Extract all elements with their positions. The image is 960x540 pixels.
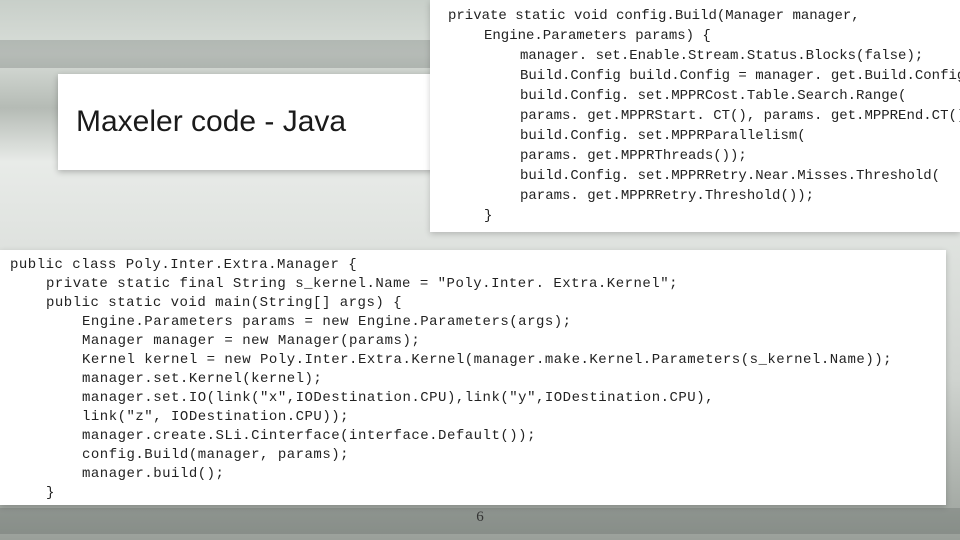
code-line: params. get.MPPRStart. CT(), params. get… (448, 106, 950, 126)
code-line: manager.set.IO(link("x",IODestination.CP… (10, 389, 936, 408)
slide-number: 6 (0, 509, 960, 526)
code-line: build.Config. set.MPPRCost.Table.Search.… (448, 86, 950, 106)
code-line: } (10, 484, 936, 503)
code-line: private static void config.Build(Manager… (448, 6, 950, 26)
code-line: Engine.Parameters params) { (448, 26, 950, 46)
code-line: public class Poly.Inter.Extra.Manager { (10, 256, 936, 275)
code-line: private static final String s_kernel.Nam… (10, 275, 936, 294)
code-line: } (448, 206, 950, 226)
code-line: Kernel kernel = new Poly.Inter.Extra.Ker… (10, 351, 936, 370)
code-line: build.Config. set.MPPRRetry.Near.Misses.… (448, 166, 950, 186)
code-block-top: private static void config.Build(Manager… (430, 0, 960, 232)
code-line: Manager manager = new Manager(params); (10, 332, 936, 351)
code-line: config.Build(manager, params); (10, 446, 936, 465)
code-line: link("z", IODestination.CPU)); (10, 408, 936, 427)
code-line: params. get.MPPRThreads()); (448, 146, 950, 166)
code-line: Build.Config build.Config = manager. get… (448, 66, 950, 86)
code-line: params. get.MPPRRetry.Threshold()); (448, 186, 950, 206)
code-line: Engine.Parameters params = new Engine.Pa… (10, 313, 936, 332)
code-line: manager.set.Kernel(kernel); (10, 370, 936, 389)
title-card: Maxeler code - Java (58, 74, 436, 170)
code-block-bottom: public class Poly.Inter.Extra.Manager {p… (0, 250, 946, 505)
code-line: manager.create.SLi.Cinterface(interface.… (10, 427, 936, 446)
slide-stage: Maxeler code - Java private static void … (0, 0, 960, 540)
slide-title: Maxeler code - Java (76, 105, 346, 139)
code-line: manager.build(); (10, 465, 936, 484)
code-line: manager. set.Enable.Stream.Status.Blocks… (448, 46, 950, 66)
code-line: build.Config. set.MPPRParallelism( (448, 126, 950, 146)
code-line: public static void main(String[] args) { (10, 294, 936, 313)
